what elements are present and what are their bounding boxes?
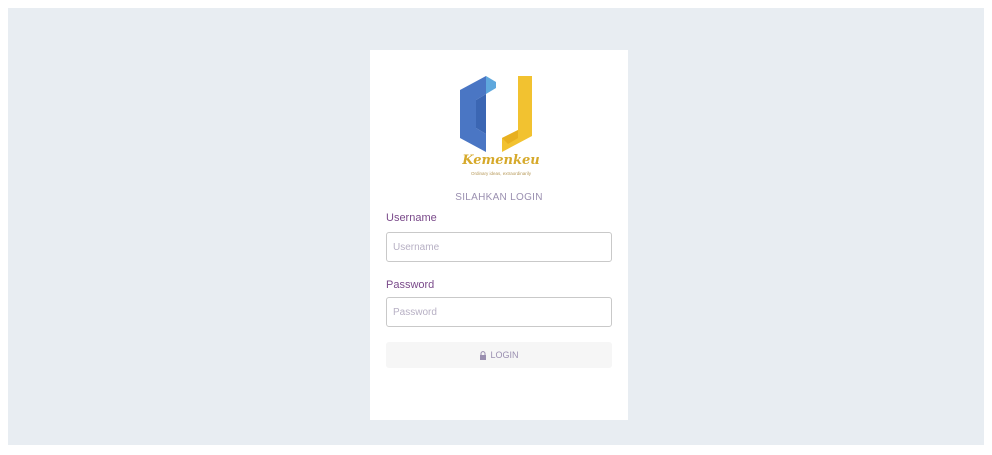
brand-tagline-text: Ordinary ideas, extraordinarily: [471, 171, 532, 176]
kemenkeu-logo: Kemenkeu Ordinary ideas, extraordinarily: [456, 72, 546, 182]
kemenkeu-logo-icon: Kemenkeu Ordinary ideas, extraordinarily: [460, 76, 540, 176]
brand-name-text: Kemenkeu: [461, 153, 540, 168]
login-card: Kemenkeu Ordinary ideas, extraordinarily…: [370, 50, 628, 420]
username-input[interactable]: [386, 232, 612, 262]
login-button[interactable]: LOGIN: [386, 342, 612, 368]
lock-icon: [480, 350, 487, 360]
login-button-label: LOGIN: [490, 350, 519, 360]
login-heading: SILAHKAN LOGIN: [455, 192, 543, 203]
password-input[interactable]: [386, 297, 612, 327]
password-label: Password: [386, 279, 435, 291]
username-label: Username: [386, 212, 437, 224]
